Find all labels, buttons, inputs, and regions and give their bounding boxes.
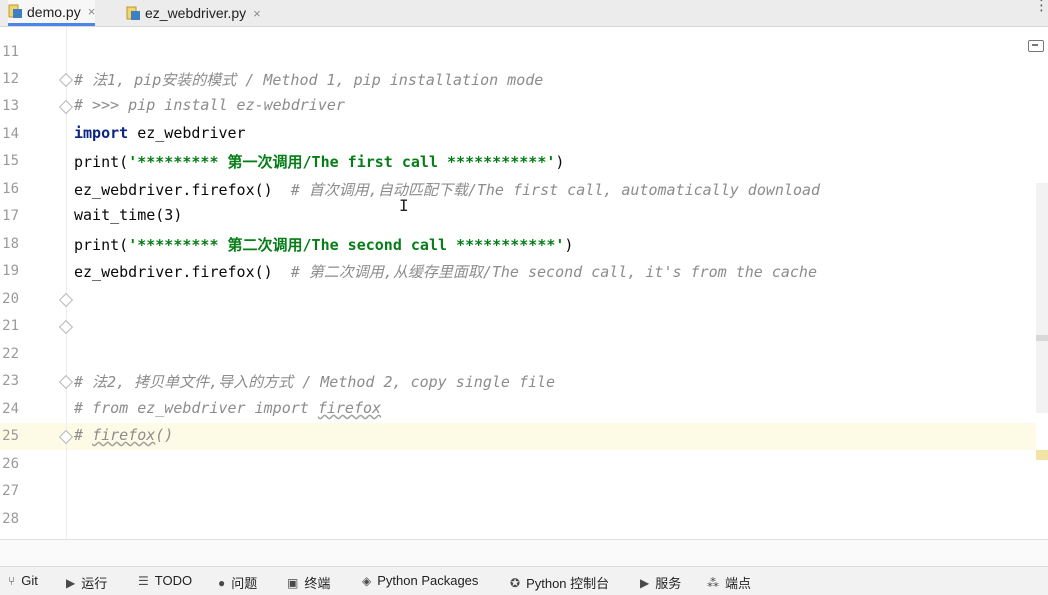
comment: firefox — [317, 399, 382, 417]
python-icon: ✪ — [510, 575, 521, 590]
tool-todo[interactable]: ☰ TODO — [138, 573, 192, 588]
editor-status-area — [0, 539, 1048, 567]
tool-services[interactable]: ▶ 服务 — [640, 573, 681, 592]
comment: # >>> pip install ez-webdriver — [74, 96, 345, 114]
line-number: 13 — [2, 98, 19, 114]
problems-icon: ● — [218, 575, 226, 590]
tool-terminal[interactable]: ▣ 终端 — [287, 573, 330, 592]
code-text: ez_webdriver.firefox() — [74, 263, 291, 281]
tab-ez-webdriver-py[interactable]: ez_webdriver.py × — [126, 0, 261, 26]
comment: # — [74, 426, 93, 444]
code-line: ez_webdriver.firefox() # 第二次调用,从缓存里面取/Th… — [74, 261, 817, 282]
close-icon[interactable]: × — [253, 6, 261, 21]
layers-icon: ◈ — [362, 573, 372, 588]
tool-label: 终端 — [304, 576, 331, 591]
string-literal: '********* 第二次调用/The second call *******… — [128, 236, 565, 254]
tool-label: TODO — [154, 573, 193, 588]
editor-tab-bar: demo.py × ez_webdriver.py × ⋮ — [0, 0, 1048, 27]
tool-endpoints[interactable]: ⁂ 端点 — [707, 573, 751, 592]
line-number: 19 — [2, 263, 19, 279]
comment: # 第二次调用,从缓存里面取/The second call, it's fro… — [290, 263, 817, 281]
run-icon: ▶ — [66, 575, 76, 590]
text-cursor-icon: I — [399, 196, 409, 215]
tool-git[interactable]: ⑂ Git — [8, 573, 38, 588]
tool-label: Python 控制台 — [526, 576, 610, 591]
code-line: # 法1, pip安装的模式 / Method 1, pip installat… — [74, 69, 543, 90]
tool-label: 服务 — [655, 576, 682, 591]
services-icon: ▶ — [640, 575, 650, 590]
branch-icon: ⑂ — [8, 573, 16, 588]
code-text: ez_webdriver — [128, 124, 246, 142]
line-number: 12 — [2, 71, 19, 87]
tool-python-packages[interactable]: ◈ Python Packages — [362, 573, 478, 588]
code-text: print( — [74, 153, 129, 171]
line-number: 20 — [2, 291, 19, 307]
tool-label: 运行 — [81, 576, 108, 591]
line-number: 18 — [2, 236, 19, 252]
code-line: wait_time(3) — [74, 206, 182, 224]
comment: # from ez_webdriver import — [74, 399, 318, 417]
line-number: 14 — [2, 126, 19, 142]
comment: # 首次调用,自动匹配下载/The first call, automatica… — [290, 181, 821, 199]
line-number: 23 — [2, 373, 19, 389]
tool-label: Python Packages — [377, 573, 479, 588]
code-line: # >>> pip install ez-webdriver — [74, 96, 345, 114]
code-text: ez_webdriver.firefox() — [74, 181, 291, 199]
line-number: 15 — [2, 153, 19, 169]
code-line: # from ez_webdriver import firefox — [74, 399, 381, 417]
tool-label: 端点 — [725, 576, 752, 591]
comment: # 法1, pip安装的模式 / Method 1, pip installat… — [74, 71, 544, 89]
more-options-icon[interactable]: ⋮ — [1034, 0, 1048, 13]
code-text: wait_time(3) — [74, 206, 183, 224]
code-text: ) — [564, 236, 574, 254]
code-line: # firefox() — [74, 426, 173, 444]
tab-label: demo.py — [27, 3, 81, 20]
line-number: 21 — [2, 318, 19, 334]
tool-run[interactable]: ▶ 运行 — [66, 573, 107, 592]
code-line: print('********* 第一次调用/The first call **… — [74, 151, 564, 172]
code-line: import ez_webdriver — [74, 124, 246, 142]
scroll-marker — [1036, 450, 1048, 460]
line-number: 25 — [2, 428, 19, 444]
code-text: ) — [555, 153, 565, 171]
code-text: print( — [74, 236, 129, 254]
tool-problems[interactable]: ● 问题 — [218, 573, 257, 592]
tab-label: ez_webdriver.py — [145, 5, 247, 21]
code-line: print('********* 第二次调用/The second call *… — [74, 234, 573, 255]
tool-window-bar: ⑂ Git ▶ 运行 ☰ TODO ● 问题 ▣ 终端 ◈ Python Pac… — [0, 566, 1048, 595]
line-number: 17 — [2, 208, 19, 224]
tab-demo-py[interactable]: demo.py × — [8, 0, 96, 26]
string-literal: '********* 第一次调用/The first call ********… — [128, 153, 556, 171]
reader-mode-icon[interactable] — [1028, 40, 1044, 52]
terminal-icon: ▣ — [287, 575, 299, 590]
scrollbar-thumb[interactable] — [1036, 183, 1048, 413]
line-number: 27 — [2, 483, 19, 499]
tool-label: Git — [21, 573, 38, 588]
python-file-icon — [8, 4, 23, 19]
tool-label: 问题 — [231, 576, 258, 591]
comment: # 法2, 拷贝单文件,导入的方式 / Method 2, copy singl… — [74, 373, 556, 391]
keyword: import — [74, 124, 129, 142]
python-file-icon — [126, 6, 141, 21]
line-number: 26 — [2, 456, 19, 472]
line-number: 28 — [2, 511, 19, 527]
close-icon[interactable]: × — [88, 4, 96, 19]
list-icon: ☰ — [138, 573, 149, 588]
comment: firefox — [92, 426, 156, 444]
line-number: 16 — [2, 181, 19, 197]
code-line: ez_webdriver.firefox() # 首次调用,自动匹配下载/The… — [74, 179, 820, 200]
code-line: # 法2, 拷贝单文件,导入的方式 / Method 2, copy singl… — [74, 371, 555, 392]
comment: () — [155, 426, 174, 444]
scroll-marker — [1036, 335, 1048, 341]
line-number: 11 — [2, 44, 19, 60]
endpoints-icon: ⁂ — [707, 575, 719, 590]
line-number: 22 — [2, 346, 19, 362]
tool-python-console[interactable]: ✪ Python 控制台 — [510, 573, 609, 592]
line-number: 24 — [2, 401, 19, 417]
